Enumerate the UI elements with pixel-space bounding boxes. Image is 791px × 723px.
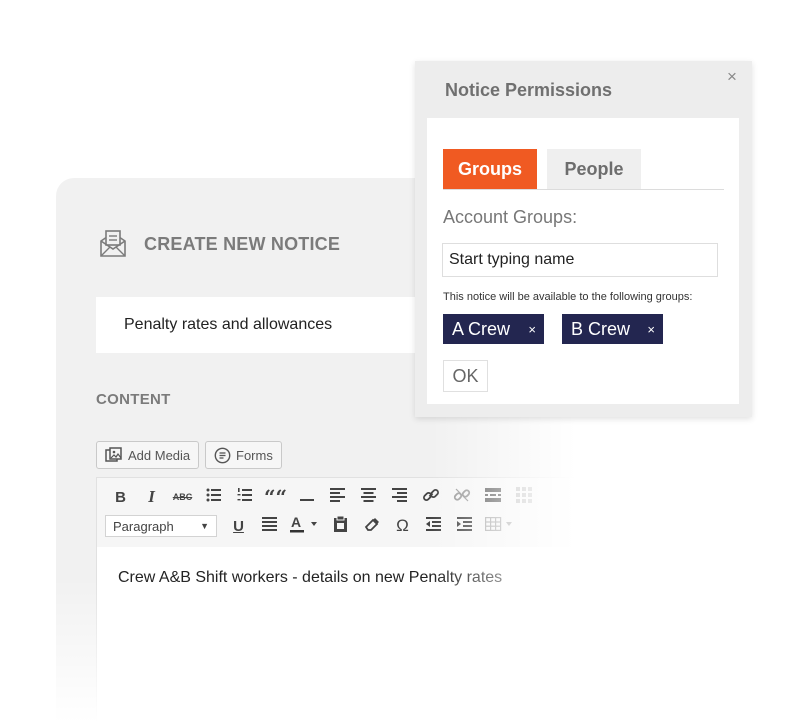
group-chip-label: A Crew <box>452 318 511 339</box>
bullet-list-icon <box>206 488 222 506</box>
table-button[interactable] <box>480 515 520 537</box>
align-center-icon <box>361 488 376 506</box>
remove-chip-icon[interactable]: × <box>528 322 536 337</box>
italic-button[interactable]: I <box>136 486 167 508</box>
indent-button[interactable] <box>449 515 480 537</box>
special-character-button[interactable]: Ω <box>387 515 418 537</box>
account-groups-label: Account Groups: <box>443 207 578 227</box>
align-left-button[interactable] <box>322 486 353 508</box>
forms-label: Forms <box>236 447 273 463</box>
group-chip-a-crew: A Crew × <box>443 314 544 344</box>
availability-text: This notice will be available to the fol… <box>443 291 693 303</box>
text-color-button[interactable]: A <box>285 514 325 537</box>
eraser-icon <box>364 516 380 536</box>
group-chip-label: B Crew <box>571 318 631 339</box>
strikethrough-icon: ABC <box>172 492 193 502</box>
outdent-button[interactable] <box>418 515 449 537</box>
justify-button[interactable] <box>254 515 285 537</box>
blockquote-button[interactable]: ““ <box>260 485 291 509</box>
editor-toolbar: B I ABC ““ Paragraph ▼ U A Ω <box>96 477 576 547</box>
remove-chip-icon[interactable]: × <box>647 322 655 337</box>
page-title: CREATE NEW NOTICE <box>144 233 341 254</box>
table-icon <box>485 517 515 535</box>
group-search-input[interactable]: Start typing name <box>442 243 718 277</box>
add-media-button[interactable]: Add Media <box>96 441 200 469</box>
horizontal-line-icon <box>299 489 314 506</box>
align-left-icon <box>330 488 345 506</box>
read-more-icon <box>484 488 501 506</box>
remove-link-button[interactable] <box>446 486 477 508</box>
forms-button[interactable]: Forms <box>205 441 282 469</box>
close-icon[interactable]: × <box>724 67 740 86</box>
format-select-value: Paragraph <box>113 518 174 534</box>
justify-icon <box>262 517 277 535</box>
forms-icon <box>214 447 231 464</box>
notice-title-input[interactable]: Penalty rates and allowances <box>96 297 436 353</box>
dialog-title: Notice Permissions <box>445 80 613 100</box>
horizontal-line-button[interactable] <box>291 486 322 508</box>
envelope-icon <box>98 230 128 258</box>
paste-text-button[interactable] <box>325 515 356 537</box>
align-right-icon <box>392 488 407 506</box>
tab-groups[interactable]: Groups <box>443 149 537 189</box>
bullet-list-button[interactable] <box>198 486 229 508</box>
numbered-list-button[interactable] <box>229 486 260 508</box>
indent-icon <box>457 517 472 535</box>
read-more-button[interactable] <box>477 486 508 508</box>
group-chip-b-crew: B Crew × <box>562 314 663 344</box>
insert-link-button[interactable] <box>415 486 446 508</box>
content-label: CONTENT <box>96 391 171 408</box>
numbered-list-icon <box>237 488 253 506</box>
format-select[interactable]: Paragraph ▼ <box>105 515 217 537</box>
unlink-icon <box>453 486 471 508</box>
add-media-icon <box>105 447 123 463</box>
align-right-button[interactable] <box>384 486 415 508</box>
chevron-down-icon: ▼ <box>200 521 209 531</box>
add-media-label: Add Media <box>128 447 191 463</box>
align-center-button[interactable] <box>353 486 384 508</box>
bold-button[interactable]: B <box>105 486 136 508</box>
editor-content[interactable]: Crew A&B Shift workers - details on new … <box>118 569 502 587</box>
text-color-icon: A <box>290 514 320 537</box>
ok-button[interactable]: OK <box>443 360 488 392</box>
paste-text-icon <box>333 515 348 536</box>
clear-formatting-button[interactable] <box>356 515 387 537</box>
toolbar-toggle-button[interactable] <box>508 486 539 508</box>
tab-people[interactable]: People <box>547 149 641 189</box>
svg-text:A: A <box>291 515 301 530</box>
underline-button[interactable]: U <box>223 515 254 537</box>
notice-header: CREATE NEW NOTICE <box>98 230 340 258</box>
blockquote-icon: ““ <box>263 485 287 509</box>
outdent-icon <box>426 517 441 535</box>
toolbar-toggle-icon <box>515 487 532 507</box>
strikethrough-button[interactable]: ABC <box>167 486 198 508</box>
tab-divider <box>443 189 724 190</box>
link-icon <box>422 486 440 508</box>
